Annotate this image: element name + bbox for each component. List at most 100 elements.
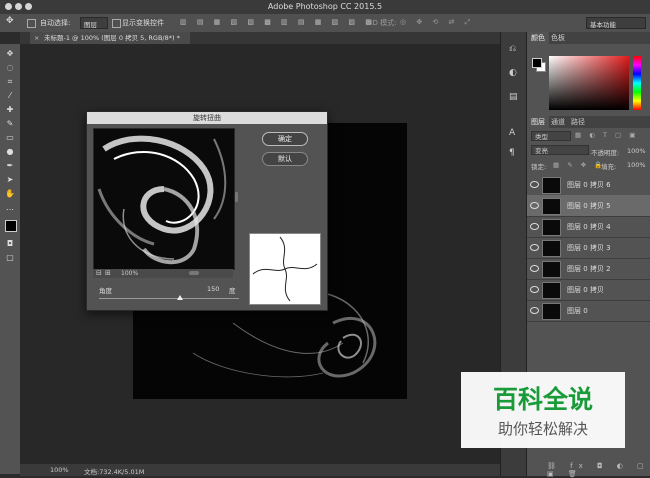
layer-list: 图层 0 拷贝 6 图层 0 拷贝 5 图层 0 拷贝 4 图层 0 拷贝 3 图层 0… [527, 174, 650, 334]
layer-name[interactable]: 图层 0 拷贝 [567, 285, 604, 295]
layer-name[interactable]: 图层 0 拷贝 2 [567, 264, 611, 274]
layer-row[interactable]: 图层 0 拷贝 5 [527, 195, 650, 217]
layers-panel-tabs: 图层 通道 路径 [527, 116, 650, 128]
3d-mode-icons[interactable]: ◎ ✥ ⟲ ⇄ ⤢ [400, 18, 474, 27]
visibility-eye-icon[interactable] [530, 244, 539, 251]
layer-name[interactable]: 图层 0 拷贝 6 [567, 180, 611, 190]
preview-toggle[interactable] [189, 271, 199, 275]
quick-mask-icon[interactable]: ◘ [3, 238, 17, 249]
tab-layers[interactable]: 图层 [527, 116, 549, 128]
layer-kind-value: 类型 [535, 133, 548, 141]
visibility-eye-icon[interactable] [530, 223, 539, 230]
layer-thumbnail[interactable] [542, 219, 561, 236]
show-transform-checkbox[interactable] [112, 19, 121, 28]
filter-preview[interactable] [93, 128, 235, 270]
properties-panel-icon[interactable]: ▤ [509, 92, 518, 102]
angle-label: 角度 [99, 287, 112, 295]
layer-row[interactable]: 图层 0 拷贝 2 [527, 258, 650, 280]
visibility-eye-icon[interactable] [530, 265, 539, 272]
tab-channels[interactable]: 通道 [547, 116, 569, 128]
visibility-eye-icon[interactable] [530, 202, 539, 209]
layer-thumbnail[interactable] [542, 198, 561, 215]
layer-name[interactable]: 图层 0 拷贝 3 [567, 243, 611, 253]
visibility-eye-icon[interactable] [530, 307, 539, 314]
path-select-tool-icon[interactable]: ➤ [3, 174, 17, 185]
auto-select-dropdown[interactable]: 图层 [80, 17, 108, 29]
zoom-in-button[interactable]: ⊞ [105, 269, 111, 277]
tools-panel: ✥ ◌ ⌗ ⁄ ✚ ✎ ▭ ● ✒ ➤ ✋ … ◘ ▢ [0, 44, 22, 474]
more-tools-icon[interactable]: … [3, 202, 17, 213]
move-tool-icon[interactable]: ✥ [6, 16, 14, 26]
healing-brush-tool-icon[interactable]: ✚ [3, 104, 17, 115]
angle-slider-track[interactable] [99, 298, 239, 299]
blend-mode-value: 变亮 [535, 147, 548, 155]
layer-name[interactable]: 图层 0 拷贝 5 [567, 201, 611, 211]
fill-label: 填充: [601, 163, 617, 171]
status-doc-size[interactable]: 文档:732.4K/5.01M [84, 466, 144, 476]
fill-value[interactable]: 100% [627, 161, 646, 169]
opacity-label: 不透明度: [591, 149, 620, 157]
status-bar: 100% 文档:732.4K/5.01M [20, 464, 500, 476]
layer-name[interactable]: 图层 0 拷贝 4 [567, 222, 611, 232]
screen-mode-icon[interactable]: ▢ [3, 252, 17, 263]
adjustments-panel-icon[interactable]: ◐ [509, 68, 517, 78]
visibility-eye-icon[interactable] [530, 286, 539, 293]
3d-mode-label: 3D 模式: [368, 19, 397, 27]
character-panel-icon[interactable]: A [509, 128, 515, 138]
workspace-dropdown[interactable]: 基本功能 [586, 17, 646, 29]
layer-row[interactable]: 图层 0 拷贝 [527, 279, 650, 301]
document-tab-label: 未标题-1 @ 100% (图层 0 拷贝 5, RGB/8*) * [44, 34, 180, 42]
dodge-tool-icon[interactable]: ● [3, 146, 17, 157]
ok-button[interactable]: 确定 [262, 132, 308, 146]
layer-thumbnail[interactable] [542, 303, 561, 320]
lasso-tool-icon[interactable]: ◌ [3, 62, 17, 73]
layer-name[interactable]: 图层 0 [567, 306, 588, 316]
zoom-out-button[interactable]: ⊟ [96, 269, 102, 277]
dialog-title: 旋转扭曲 [87, 112, 327, 124]
layer-thumbnail[interactable] [542, 177, 561, 194]
auto-select-value: 图层 [84, 21, 97, 29]
fg-color-chip[interactable] [532, 58, 542, 68]
preview-zoom-bar: ⊟ ⊞ 100% [93, 269, 233, 278]
layer-thumbnail[interactable] [542, 282, 561, 299]
angle-slider-thumb[interactable] [176, 295, 183, 300]
twirl-diagram [252, 236, 318, 302]
layer-thumbnail[interactable] [542, 240, 561, 257]
lock-icons[interactable]: ▦ ✎ ✥ 🔒 [553, 161, 605, 169]
eraser-tool-icon[interactable]: ▭ [3, 132, 17, 143]
workspace-value: 基本功能 [590, 21, 616, 29]
preview-scrollbar[interactable] [235, 192, 238, 202]
paragraph-panel-icon[interactable]: ¶ [509, 148, 515, 158]
layer-row[interactable]: 图层 0 拷贝 3 [527, 237, 650, 259]
visibility-eye-icon[interactable] [530, 181, 539, 188]
default-button[interactable]: 默认 [262, 152, 308, 166]
align-buttons[interactable]: ▥ ▤ ▦ ▧ ▨ ▩ ▥ ▤ ▦ ▧ ▨ ▩ [180, 18, 376, 26]
brush-tool-icon[interactable]: ✎ [3, 118, 17, 129]
history-panel-icon[interactable]: ⎌ [509, 44, 516, 54]
color-picker-field[interactable] [549, 56, 629, 110]
foreground-color-swatch[interactable] [5, 220, 17, 232]
layer-row[interactable]: 图层 0 [527, 300, 650, 322]
pen-tool-icon[interactable]: ✒ [3, 160, 17, 171]
layer-row[interactable]: 图层 0 拷贝 4 [527, 216, 650, 238]
preview-swirl-art [97, 135, 227, 265]
blend-mode-dropdown[interactable]: 变亮 [531, 145, 589, 155]
layer-thumbnail[interactable] [542, 261, 561, 278]
auto-select-checkbox[interactable] [27, 19, 36, 28]
tab-swatches[interactable]: 色板 [547, 32, 569, 44]
opacity-value[interactable]: 100% [627, 147, 646, 155]
layer-kind-filter[interactable]: 类型 [531, 131, 571, 141]
eyedropper-tool-icon[interactable]: ⁄ [3, 90, 17, 101]
angle-value[interactable]: 150 [207, 285, 219, 293]
hue-slider[interactable] [633, 56, 641, 110]
tab-color[interactable]: 颜色 [527, 32, 549, 44]
document-tab[interactable]: × 未标题-1 @ 100% (图层 0 拷贝 5, RGB/8*) * [30, 32, 190, 44]
crop-tool-icon[interactable]: ⌗ [3, 76, 17, 87]
close-tab-icon[interactable]: × [34, 32, 39, 44]
move-tool-icon[interactable]: ✥ [3, 48, 17, 59]
status-zoom[interactable]: 100% [50, 466, 69, 474]
hand-tool-icon[interactable]: ✋ [3, 188, 17, 199]
layer-filter-icons[interactable]: ▦ ◐ T ▢ ▣ [575, 131, 638, 139]
layer-row[interactable]: 图层 0 拷贝 6 [527, 174, 650, 196]
tab-paths[interactable]: 路径 [567, 116, 589, 128]
